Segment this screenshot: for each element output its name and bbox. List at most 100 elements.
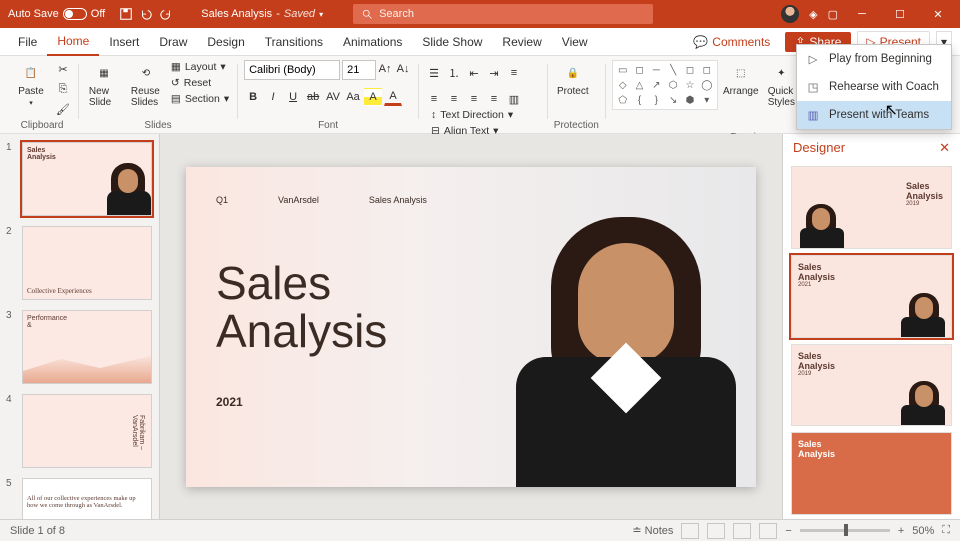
- zoom-out-icon[interactable]: −: [785, 525, 791, 537]
- group-protection: Protection: [554, 118, 599, 133]
- sorter-view-icon[interactable]: [707, 523, 725, 539]
- tab-review[interactable]: Review: [492, 29, 551, 55]
- autosave-toggle[interactable]: Auto Save Off: [8, 8, 105, 20]
- italic-icon[interactable]: I: [264, 88, 282, 106]
- reset-button[interactable]: ↺ Reset: [169, 76, 231, 90]
- text-direction-button[interactable]: ↕ Text Direction ▾: [429, 108, 541, 122]
- close-button[interactable]: ✕: [924, 0, 952, 28]
- tab-transitions[interactable]: Transitions: [255, 29, 333, 55]
- designer-pane: Designer ✕ SalesAnalysis2019 SalesAnalysi…: [782, 134, 960, 519]
- case-icon[interactable]: Aa: [344, 88, 362, 106]
- ruby-icon[interactable]: ◈: [809, 8, 817, 21]
- design-idea-1[interactable]: SalesAnalysis2019: [791, 166, 952, 249]
- coach-icon: ◳: [805, 79, 821, 95]
- highlight-icon[interactable]: A: [364, 88, 382, 106]
- comments-button[interactable]: 💬 Comments: [684, 31, 779, 53]
- justify-icon[interactable]: ≡: [485, 90, 503, 108]
- layout-button[interactable]: ▦ Layout ▾: [169, 60, 231, 74]
- tab-view[interactable]: View: [552, 29, 598, 55]
- reuse-slides-button[interactable]: ⟲Reuse Slides: [127, 60, 165, 110]
- current-slide: Q1 VanArsdel Sales Analysis SalesAnalysi…: [186, 167, 756, 487]
- new-slide-button[interactable]: ▦New Slide: [85, 60, 123, 110]
- line-spacing-icon[interactable]: ≡: [505, 64, 523, 82]
- title-bar: Auto Save Off Sales Analysis - Saved ▾ S…: [0, 0, 960, 28]
- slide-indicator: Slide 1 of 8: [10, 525, 65, 537]
- tab-draw[interactable]: Draw: [149, 29, 197, 55]
- arrange-button[interactable]: ⬚Arrange: [722, 60, 760, 99]
- align-left-icon[interactable]: ≡: [425, 90, 443, 108]
- slideshow-view-icon[interactable]: [759, 523, 777, 539]
- copy-icon[interactable]: ⎘: [54, 80, 72, 98]
- designer-title: Designer: [793, 140, 845, 156]
- slide-brand: VanArsdel: [278, 195, 319, 205]
- zoom-slider[interactable]: [800, 529, 890, 532]
- shapes-gallery[interactable]: ▭◻─╲◻◻ ◇△↗⬡☆◯ ⬠{}↘⬢▾: [612, 60, 718, 110]
- zoom-level[interactable]: 50%: [912, 525, 934, 537]
- cut-icon[interactable]: ✂: [54, 60, 72, 78]
- design-idea-2[interactable]: SalesAnalysis2021: [791, 255, 952, 338]
- save-icon[interactable]: [119, 7, 133, 21]
- bullets-icon[interactable]: ☰: [425, 64, 443, 82]
- tab-file[interactable]: File: [8, 29, 47, 55]
- user-avatar[interactable]: [781, 5, 799, 23]
- tab-home[interactable]: Home: [47, 28, 99, 56]
- font-size-combo[interactable]: 21: [342, 60, 376, 80]
- thumbnail-4[interactable]: 4Fabrikam – VanArsdel: [6, 394, 153, 468]
- status-bar: Slide 1 of 8 ≐ Notes − + 50% ⛶: [0, 519, 960, 541]
- font-color-icon[interactable]: A: [384, 88, 402, 106]
- fit-to-window-icon[interactable]: ⛶: [942, 524, 950, 537]
- tab-animations[interactable]: Animations: [333, 29, 412, 55]
- redo-icon[interactable]: [159, 7, 173, 21]
- document-title[interactable]: Sales Analysis - Saved ▾: [201, 8, 323, 20]
- bold-icon[interactable]: B: [244, 88, 262, 106]
- present-with-teams[interactable]: ▥Present with Teams: [797, 101, 951, 129]
- thumbnail-3[interactable]: 3Performance&: [6, 310, 153, 384]
- shrink-font-icon[interactable]: A↓: [394, 60, 412, 78]
- grow-font-icon[interactable]: A↑: [376, 60, 394, 78]
- spacing-icon[interactable]: AV: [324, 88, 342, 106]
- align-right-icon[interactable]: ≡: [465, 90, 483, 108]
- normal-view-icon[interactable]: [681, 523, 699, 539]
- quick-styles-button[interactable]: ✦Quick Styles: [764, 60, 799, 110]
- align-center-icon[interactable]: ≡: [445, 90, 463, 108]
- font-name-combo[interactable]: Calibri (Body): [244, 60, 340, 80]
- group-clipboard: Clipboard: [12, 118, 72, 133]
- thumbnail-5[interactable]: 5All of our collective experiences make …: [6, 478, 153, 519]
- tab-slideshow[interactable]: Slide Show: [412, 29, 492, 55]
- numbering-icon[interactable]: ⒈: [445, 64, 463, 82]
- slide-thumbnails: 1SalesAnalysis 2Collective Experiences 3…: [0, 134, 160, 519]
- group-slides: Slides: [85, 118, 231, 133]
- design-idea-4[interactable]: SalesAnalysis: [791, 432, 952, 515]
- play-from-beginning[interactable]: ▷Play from Beginning: [797, 45, 951, 73]
- notes-button[interactable]: ≐ Notes: [632, 524, 673, 537]
- section-button[interactable]: ▤ Section ▾: [169, 92, 231, 106]
- ribbon-display-icon[interactable]: ▢: [828, 8, 838, 21]
- format-painter-icon[interactable]: 🖌: [54, 100, 72, 118]
- search-icon: [361, 8, 373, 20]
- slide-quarter: Q1: [216, 195, 228, 205]
- maximize-button[interactable]: ☐: [886, 0, 914, 28]
- paste-button[interactable]: 📋Paste▾: [12, 60, 50, 109]
- thumbnail-1[interactable]: 1SalesAnalysis: [6, 142, 153, 216]
- play-icon: ▷: [805, 51, 821, 67]
- columns-icon[interactable]: ▥: [505, 90, 523, 108]
- slide-canvas[interactable]: Q1 VanArsdel Sales Analysis SalesAnalysi…: [160, 134, 782, 519]
- minimize-button[interactable]: ─: [848, 0, 876, 28]
- strike-icon[interactable]: ab: [304, 88, 322, 106]
- reading-view-icon[interactable]: [733, 523, 751, 539]
- tab-design[interactable]: Design: [197, 29, 254, 55]
- rehearse-with-coach[interactable]: ◳Rehearse with Coach: [797, 73, 951, 101]
- underline-icon[interactable]: U: [284, 88, 302, 106]
- indent-dec-icon[interactable]: ⇤: [465, 64, 483, 82]
- thumbnail-2[interactable]: 2Collective Experiences: [6, 226, 153, 300]
- search-box[interactable]: Search: [353, 4, 653, 24]
- tab-insert[interactable]: Insert: [99, 29, 149, 55]
- undo-icon[interactable]: [139, 7, 153, 21]
- zoom-in-icon[interactable]: +: [898, 525, 904, 537]
- designer-close-icon[interactable]: ✕: [939, 140, 950, 156]
- protect-button[interactable]: 🔒Protect: [554, 60, 592, 99]
- indent-inc-icon[interactable]: ⇥: [485, 64, 503, 82]
- design-idea-3[interactable]: SalesAnalysis2019: [791, 344, 952, 427]
- group-font: Font: [244, 118, 412, 133]
- slide-person-image: [496, 167, 756, 487]
